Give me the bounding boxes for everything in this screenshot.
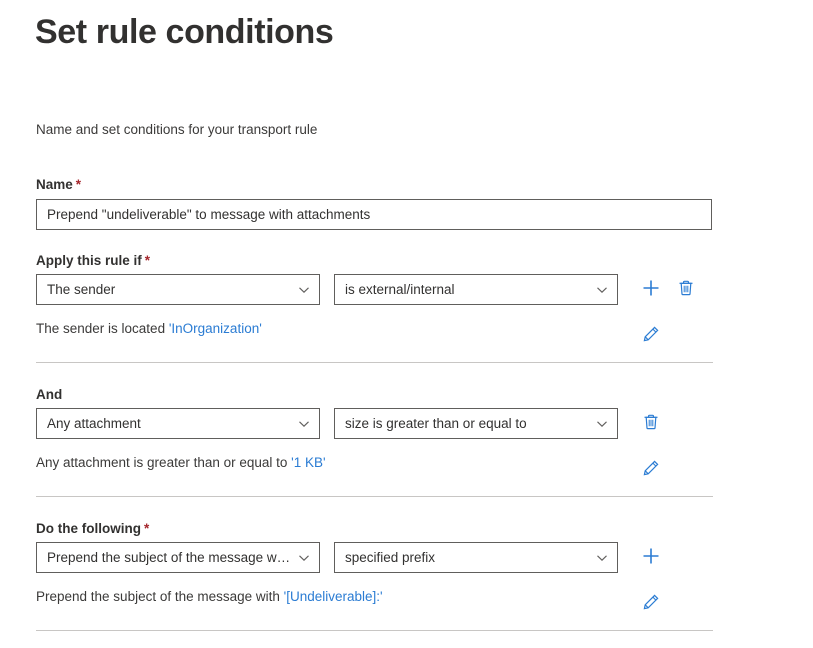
condition-1-description: The sender is located 'InOrganization' [36,320,262,338]
action-1-predicate-dropdown[interactable]: Prepend the subject of the message w… [36,542,320,573]
delete-condition-button[interactable] [674,278,698,302]
action-1-operator-dropdown[interactable]: specified prefix [334,542,618,573]
condition-2-operator-dropdown[interactable]: size is greater than or equal to [334,408,618,439]
condition-1-description-value: 'InOrganization' [168,321,262,336]
condition-1-label-text: Apply this rule if [36,253,142,268]
chevron-down-icon [289,418,319,430]
action-1-operator-value: specified prefix [345,550,436,565]
plus-icon [641,278,661,303]
name-input[interactable] [36,199,712,230]
pencil-icon [642,593,660,616]
name-label-text: Name [36,177,73,192]
action-1-label-text: Do the following [36,521,141,536]
pencil-icon [642,459,660,482]
edit-action-1-button[interactable] [639,592,663,616]
required-asterisk: * [144,253,151,268]
section-divider-3 [36,630,713,631]
action-1-label: Do the following * [36,520,149,538]
action-1-predicate-value: Prepend the subject of the message w… [47,550,289,565]
condition-2-description: Any attachment is greater than or equal … [36,454,326,472]
chevron-down-icon [289,552,319,564]
required-asterisk: * [75,177,82,192]
pencil-icon [642,325,660,348]
condition-2-label: And [36,386,62,404]
condition-1-label: Apply this rule if * [36,252,150,270]
name-field-label: Name * [36,176,81,194]
condition-1-description-prefix: The sender is located [36,321,169,336]
add-action-button[interactable] [639,546,663,570]
condition-1-predicate-value: The sender [47,282,116,297]
edit-condition-2-button[interactable] [639,458,663,482]
trash-icon [677,279,695,302]
condition-2-description-value: '1 KB' [291,455,326,470]
action-1-description-prefix: Prepend the subject of the message with [36,589,284,604]
condition-1-operator-dropdown[interactable]: is external/internal [334,274,618,305]
chevron-down-icon [587,284,617,296]
plus-icon [641,546,661,571]
action-1-description-value: '[Undeliverable]:' [283,589,383,604]
page-subtitle: Name and set conditions for your transpo… [36,122,318,137]
chevron-down-icon [587,552,617,564]
section-divider-1 [36,362,713,363]
trash-icon [642,413,660,436]
condition-2-predicate-dropdown[interactable]: Any attachment [36,408,320,439]
page-title: Set rule conditions [35,13,334,51]
edit-condition-1-button[interactable] [639,324,663,348]
condition-2-description-prefix: Any attachment is greater than or equal … [36,455,292,470]
chevron-down-icon [289,284,319,296]
add-condition-button[interactable] [639,278,663,302]
condition-2-label-text: And [36,387,63,402]
set-rule-conditions-page: Set rule conditions Name and set conditi… [0,0,813,648]
condition-2-predicate-value: Any attachment [47,416,141,431]
condition-2-operator-value: size is greater than or equal to [345,416,527,431]
delete-condition-2-button[interactable] [639,412,663,436]
section-divider-2 [36,496,713,497]
action-1-description: Prepend the subject of the message with … [36,588,383,606]
required-asterisk: * [143,521,150,536]
condition-1-operator-value: is external/internal [345,282,455,297]
condition-1-predicate-dropdown[interactable]: The sender [36,274,320,305]
chevron-down-icon [587,418,617,430]
